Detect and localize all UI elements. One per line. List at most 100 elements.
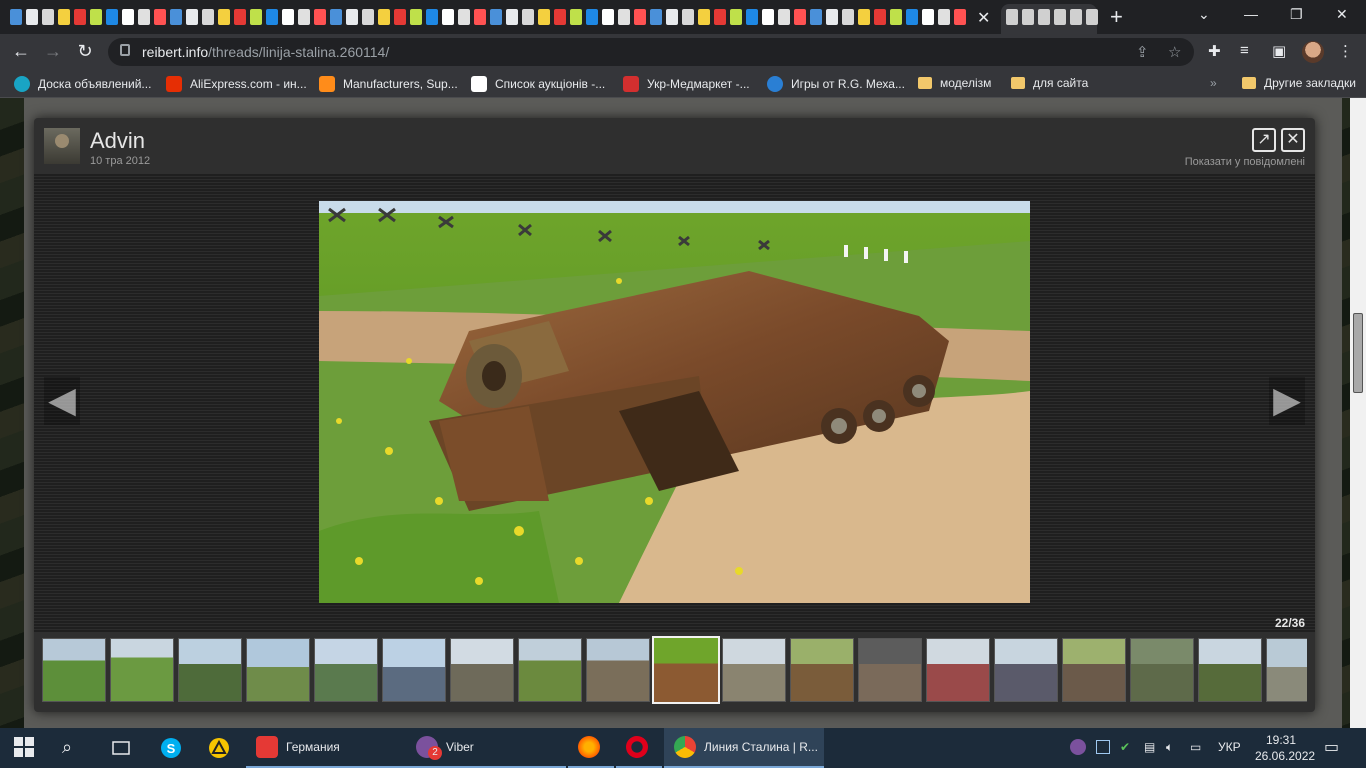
viber-tray-icon[interactable]: [1070, 739, 1086, 755]
tab-favicon[interactable]: [74, 9, 86, 25]
app-triangle-icon[interactable]: [208, 737, 230, 759]
thumbnail-item[interactable]: [586, 638, 650, 702]
tab-favicon[interactable]: [538, 9, 550, 25]
tab-favicon[interactable]: [122, 9, 134, 25]
tab-favicon[interactable]: [474, 9, 486, 25]
tray-check-icon[interactable]: ✔: [1120, 740, 1130, 754]
tab-favicon[interactable]: [858, 9, 870, 25]
bookmark-item[interactable]: Игры от R.G. Меха...: [767, 76, 905, 92]
tab-favicon[interactable]: [698, 9, 710, 25]
thumbnail-item[interactable]: [246, 638, 310, 702]
thumbnail-item[interactable]: [790, 638, 854, 702]
tab-favicon[interactable]: [490, 9, 502, 25]
profile-avatar[interactable]: [1302, 41, 1324, 63]
tab-favicon[interactable]: [1038, 9, 1050, 25]
tab-favicon[interactable]: [874, 9, 886, 25]
media-control-icon[interactable]: ≡: [1240, 42, 1249, 59]
system-clock[interactable]: 19:31 26.06.2022: [1255, 732, 1315, 764]
forward-arrow-icon[interactable]: →: [42, 41, 64, 62]
tab-favicon[interactable]: [842, 9, 854, 25]
tab-favicon[interactable]: [458, 9, 470, 25]
window-close-icon[interactable]: ✕: [1336, 6, 1348, 23]
tab-favicon[interactable]: [10, 9, 22, 25]
thumbnail-item[interactable]: [1198, 638, 1262, 702]
tab-favicon[interactable]: [314, 9, 326, 25]
taskbar-item-viber[interactable]: Viber 2: [406, 728, 566, 768]
thumbnail-item[interactable]: [1130, 638, 1194, 702]
thumbnail-item[interactable]: [110, 638, 174, 702]
tab-favicon[interactable]: [250, 9, 262, 25]
thumbnail-item[interactable]: [926, 638, 990, 702]
page-scrollbar[interactable]: [1350, 98, 1366, 728]
share-icon[interactable]: ⇪: [1136, 43, 1149, 61]
taskbar-item-firefox[interactable]: [568, 728, 614, 768]
address-bar[interactable]: reibert.info/threads/linija-stalina.2601…: [108, 38, 1194, 66]
thumbnail-item[interactable]: [722, 638, 786, 702]
tab-favicon[interactable]: [554, 9, 566, 25]
tab-favicon[interactable]: [714, 9, 726, 25]
tab-favicon[interactable]: [362, 9, 374, 25]
thumbnail-item[interactable]: [450, 638, 514, 702]
tab-favicon[interactable]: [442, 9, 454, 25]
maximize-icon[interactable]: ❐: [1290, 6, 1303, 23]
tab-favicon[interactable]: [202, 9, 214, 25]
tab-favicon[interactable]: [42, 9, 54, 25]
tab-favicon[interactable]: [586, 9, 598, 25]
thumbnail-item[interactable]: [1266, 638, 1307, 702]
bookmark-folder[interactable]: моделізм: [918, 76, 991, 90]
network-icon[interactable]: ▭: [1190, 740, 1201, 754]
tab-favicon[interactable]: [170, 9, 182, 25]
thumbnail-item[interactable]: [994, 638, 1058, 702]
next-image-arrow-icon[interactable]: ▶: [1269, 377, 1305, 425]
tab-favicon[interactable]: [1022, 9, 1034, 25]
bookmark-folder-other[interactable]: Другие закладки: [1242, 76, 1356, 90]
tab-favicon[interactable]: [938, 9, 950, 25]
tab-favicon[interactable]: [90, 9, 102, 25]
tab-favicon[interactable]: [650, 9, 662, 25]
taskbar-item-chrome[interactable]: Линия Сталина | R...: [664, 728, 824, 768]
bookmark-star-icon[interactable]: ☆: [1168, 43, 1181, 61]
bookmark-item[interactable]: Доска объявлений...: [14, 76, 151, 92]
thumbnail-item[interactable]: [858, 638, 922, 702]
tab-favicon[interactable]: [618, 9, 630, 25]
back-arrow-icon[interactable]: ←: [10, 41, 32, 62]
reload-icon[interactable]: ↻: [74, 41, 96, 62]
tab-favicon[interactable]: [602, 9, 614, 25]
thumbnail-item[interactable]: [1062, 638, 1126, 702]
thumbnail-item[interactable]: [42, 638, 106, 702]
thumbnail-item[interactable]: [652, 636, 720, 704]
tab-favicon[interactable]: [826, 9, 838, 25]
bookmark-item[interactable]: Укр-Медмаркет -...: [623, 76, 750, 92]
tab-favicon[interactable]: [730, 9, 742, 25]
thumbnail-item[interactable]: [518, 638, 582, 702]
tab-favicon[interactable]: [810, 9, 822, 25]
tab-favicon[interactable]: [330, 9, 342, 25]
tab-favicon[interactable]: [298, 9, 310, 25]
bookmark-item[interactable]: Manufacturers, Sup...: [319, 76, 458, 92]
tab-favicon[interactable]: [58, 9, 70, 25]
tab-favicon[interactable]: [762, 9, 774, 25]
volume-icon[interactable]: 🔈︎: [1166, 740, 1173, 755]
tab-favicon[interactable]: [1086, 9, 1098, 25]
tab-favicon[interactable]: [234, 9, 246, 25]
tab-favicon[interactable]: [922, 9, 934, 25]
tab-favicon[interactable]: [906, 9, 918, 25]
tab-favicon[interactable]: [1070, 9, 1082, 25]
tab-favicon[interactable]: [218, 9, 230, 25]
bookmark-folder[interactable]: для сайта: [1011, 76, 1088, 90]
tray-device-icon[interactable]: ▤: [1144, 740, 1155, 754]
open-external-icon[interactable]: ↗: [1252, 128, 1276, 152]
side-panel-icon[interactable]: ▣: [1272, 42, 1286, 60]
tab-favicon[interactable]: [506, 9, 518, 25]
main-photo[interactable]: [319, 201, 1030, 603]
tab-close-icon[interactable]: ✕: [977, 8, 990, 28]
tab-favicon[interactable]: [266, 9, 278, 25]
tab-favicon[interactable]: [186, 9, 198, 25]
show-in-post-link[interactable]: Показати у повідомлені: [1185, 156, 1305, 168]
tab-favicon[interactable]: [410, 9, 422, 25]
language-indicator[interactable]: УКР: [1218, 740, 1241, 754]
tab-favicon[interactable]: [106, 9, 118, 25]
tab-favicon[interactable]: [794, 9, 806, 25]
thumbnail-item[interactable]: [178, 638, 242, 702]
tab-favicon[interactable]: [1054, 9, 1066, 25]
